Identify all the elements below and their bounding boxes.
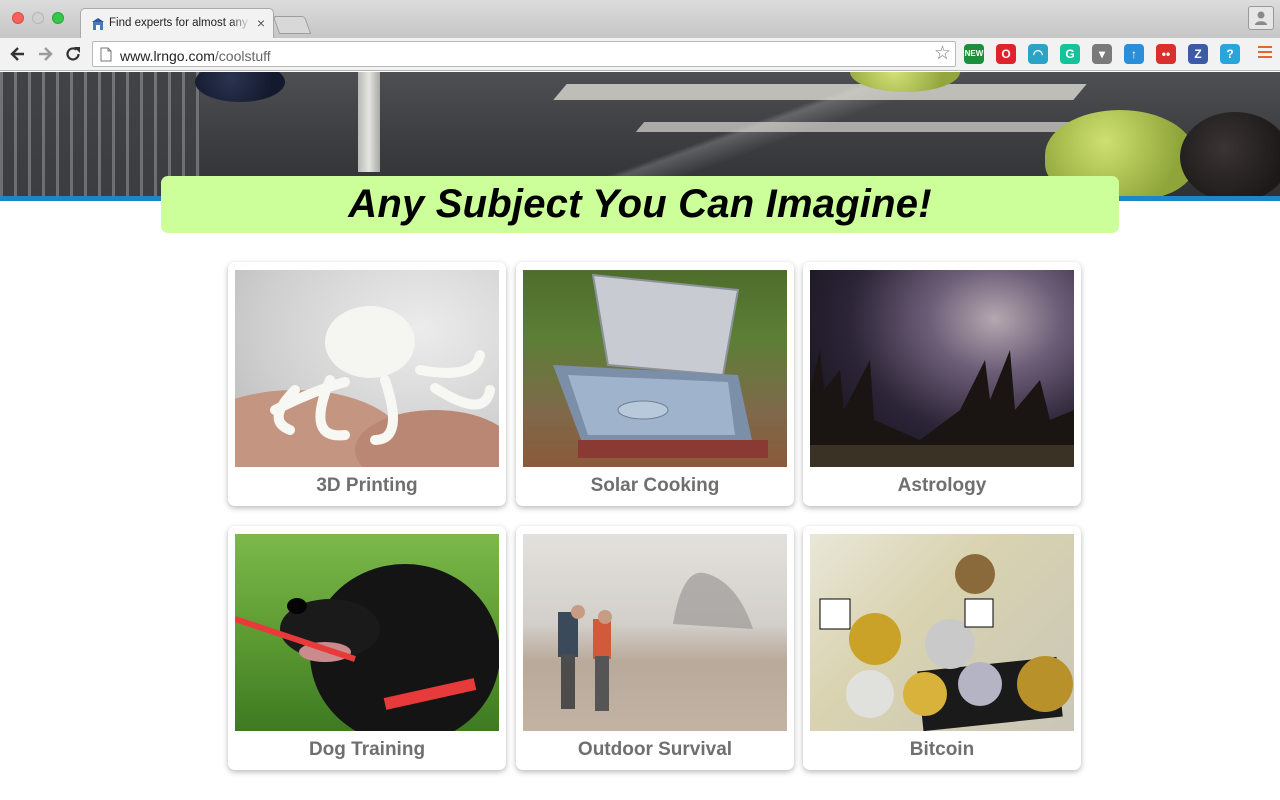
person-icon [1255, 11, 1267, 25]
reload-icon[interactable] [63, 44, 83, 64]
z-extension-icon[interactable]: Z [1188, 44, 1208, 64]
bookmark-extension-icon[interactable]: ↑ [1124, 44, 1144, 64]
subject-label: Outdoor Survival [577, 739, 733, 760]
subject-label: Bitcoin [909, 739, 975, 760]
address-bar[interactable]: www.lrngo.com/coolstuff ☆ [92, 41, 956, 67]
pocket-extension-icon[interactable]: ▾ [1092, 44, 1112, 64]
url-host: www.lrngo.com [120, 48, 215, 64]
subject-label: Astrology [897, 475, 987, 496]
new-tab-button[interactable] [272, 16, 312, 34]
black-dog-photo [235, 534, 499, 731]
grammarly-extension-icon[interactable]: G [1060, 44, 1080, 64]
tab-title: Find experts for almost any subject [109, 17, 251, 29]
browser-titlebar: Find experts for almost any subject × [0, 0, 1280, 38]
headline-banner: Any Subject You Can Imagine! [161, 176, 1119, 233]
window-minimize-button[interactable] [32, 12, 44, 24]
solar-oven-photo [523, 270, 787, 467]
browser-toolbar: www.lrngo.com/coolstuff ☆ NEW O ◠ G ▾ ↑ •• Z? [0, 38, 1280, 71]
back-arrow-icon[interactable] [8, 44, 28, 64]
url-path: /coolstuff [214, 48, 271, 64]
3d-printed-octopus-photo [235, 270, 499, 467]
subject-card-astrology[interactable]: Astrology [803, 262, 1081, 506]
dog-illustration [235, 564, 499, 731]
hero-pillar [358, 72, 380, 172]
profile-button[interactable] [1248, 6, 1274, 30]
hikers-illustration [558, 572, 753, 711]
browser-tab-active[interactable]: Find experts for almost any subject × [80, 8, 274, 38]
hikers-foggy-beach-photo [523, 534, 787, 731]
bookmark-star-icon[interactable]: ☆ [934, 44, 951, 64]
solar-oven-illustration [553, 273, 768, 458]
subject-label: Solar Cooking [590, 475, 720, 496]
window-close-button[interactable] [12, 12, 24, 24]
subject-label: 3D Printing [316, 475, 418, 496]
bitcoin-illustration [819, 554, 1073, 731]
bitcoin-coins-photo [810, 534, 1074, 731]
subject-card-outdoor-survival[interactable]: Outdoor Survival [516, 526, 794, 770]
night-sky-illustration [810, 350, 1074, 467]
opera-extension-icon[interactable]: O [996, 44, 1016, 64]
hero-beanbag-dark [1180, 112, 1280, 196]
browser-menu-icon[interactable] [1258, 46, 1272, 60]
forward-arrow-icon[interactable] [35, 44, 55, 64]
url-text: www.lrngo.com/coolstuff [120, 48, 271, 64]
wave-extension-icon[interactable]: ◠ [1028, 44, 1048, 64]
site-favicon-icon [92, 18, 104, 30]
subject-card-3d-printing[interactable]: 3D Printing [228, 262, 506, 506]
signal-extension-icon[interactable]: •• [1156, 44, 1176, 64]
subject-card-solar-cooking[interactable]: Solar Cooking [516, 262, 794, 506]
hero-sunlight-stripe [553, 84, 1087, 100]
octopus-illustration [235, 306, 499, 467]
new-extension-icon[interactable]: NEW [964, 44, 984, 64]
subject-card-bitcoin[interactable]: Bitcoin [803, 526, 1081, 770]
subject-card-dog-training[interactable]: Dog Training [228, 526, 506, 770]
help-extension-icon[interactable]: ? [1220, 44, 1240, 64]
tab-close-icon[interactable]: × [257, 15, 265, 31]
hero-beanbag-navy [195, 72, 285, 102]
page-headline: Any Subject You Can Imagine! [348, 182, 932, 226]
milky-way-sky-photo [810, 270, 1074, 467]
subject-label: Dog Training [308, 739, 426, 760]
window-maximize-button[interactable] [52, 12, 64, 24]
hero-sunlight-stripe [635, 122, 1105, 132]
page-document-icon [100, 47, 112, 62]
